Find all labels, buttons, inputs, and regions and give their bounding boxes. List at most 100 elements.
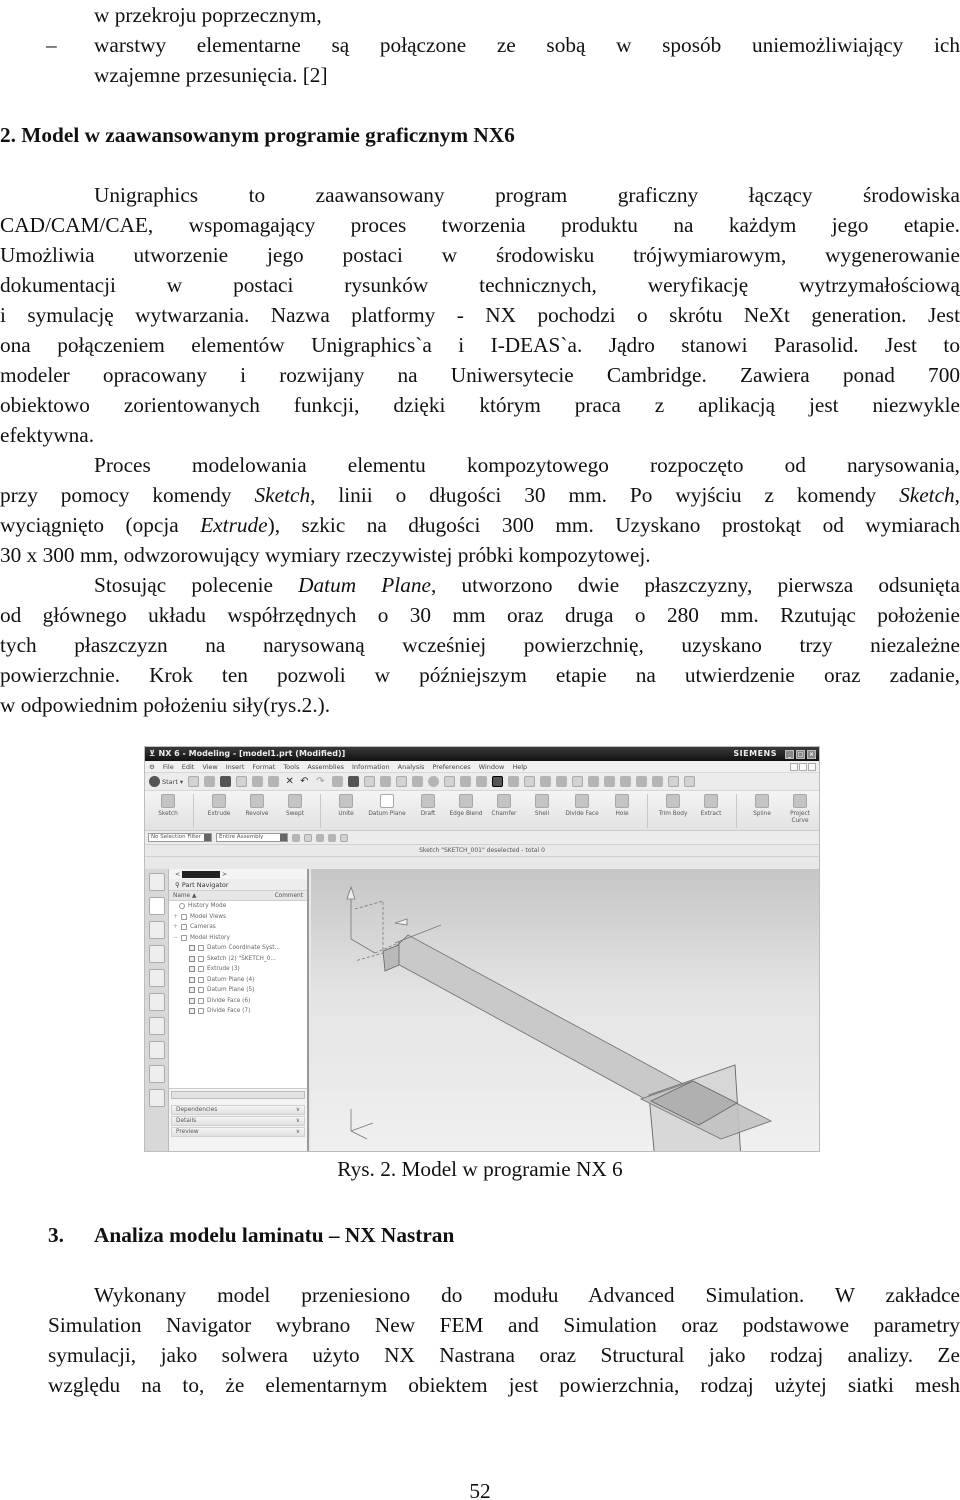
doc-minimize-button[interactable]	[790, 762, 798, 771]
curve-rule-icon[interactable]	[316, 833, 324, 842]
tool-shell[interactable]: Shell	[523, 794, 561, 818]
checkbox[interactable]	[189, 955, 195, 962]
checkbox[interactable]	[189, 945, 195, 952]
sketch-icon[interactable]	[572, 776, 584, 787]
close-button[interactable]: ×	[807, 749, 816, 759]
tool-extract[interactable]: Extract	[692, 794, 730, 818]
tree-item-model-views[interactable]: + Model Views	[169, 912, 307, 923]
tool-project-curve[interactable]: Project Curve	[781, 794, 819, 825]
tool-sketch[interactable]: Sketch	[149, 794, 187, 818]
tool-divide-face[interactable]: Divide Face	[561, 794, 603, 818]
doc-close-button[interactable]	[808, 762, 816, 771]
menu-tools[interactable]: Tools	[283, 763, 299, 771]
select-icon[interactable]	[332, 776, 344, 787]
reuse-library-icon[interactable]	[148, 945, 165, 963]
manufacturing-wizard-icon[interactable]	[148, 1041, 165, 1059]
tree-item-feature[interactable]: Sketch (2) "SKETCH_0...	[169, 954, 307, 965]
redo-icon[interactable]: ↷	[316, 776, 327, 787]
tool-edge-blend[interactable]: Edge Blend	[447, 794, 485, 818]
checkbox[interactable]	[189, 966, 195, 973]
face-rule-icon[interactable]	[328, 833, 336, 842]
horizontal-scrollbar[interactable]	[171, 1091, 305, 1099]
delete-icon[interactable]: ✕	[284, 776, 295, 787]
tree-item-history-mode[interactable]: History Mode	[169, 901, 307, 912]
column-header-comment[interactable]: Comment	[275, 891, 303, 900]
tool-unite[interactable]: Unite	[327, 794, 365, 818]
tab-scroll-right[interactable]: >	[222, 871, 227, 878]
checkbox[interactable]	[189, 997, 195, 1004]
fit-icon[interactable]	[364, 776, 376, 787]
filter-icon[interactable]	[348, 776, 360, 787]
box-select-icon[interactable]	[340, 833, 348, 842]
system-materials-icon[interactable]	[148, 993, 165, 1011]
tree-item-feature[interactable]: Datum Plane (5)	[169, 985, 307, 996]
measure-icon[interactable]	[652, 776, 664, 787]
wcs-icon[interactable]	[556, 776, 568, 787]
expand-icon[interactable]: +	[173, 922, 178, 933]
new-file-icon[interactable]	[188, 776, 200, 787]
menu-information[interactable]: Information	[352, 763, 390, 771]
zoom-in-icon[interactable]	[412, 776, 424, 787]
pin-icon[interactable]: ⚲	[175, 881, 180, 889]
minimize-button[interactable]: _	[785, 749, 794, 759]
snap-icon[interactable]	[604, 776, 616, 787]
menu-preferences[interactable]: Preferences	[432, 763, 470, 771]
process-studio-icon[interactable]	[148, 1017, 165, 1035]
checkbox[interactable]	[189, 987, 195, 994]
menu-insert[interactable]: Insert	[226, 763, 245, 771]
display-style-icon[interactable]	[508, 776, 520, 787]
undo-icon[interactable]: ↶	[300, 776, 311, 787]
app-menu-icon[interactable]: ⚙	[149, 763, 155, 771]
point-icon[interactable]	[620, 776, 632, 787]
maximize-button[interactable]: □	[796, 749, 805, 759]
roles-icon[interactable]	[148, 1065, 165, 1083]
menu-window[interactable]: Window	[479, 763, 505, 771]
dimension-icon[interactable]	[636, 776, 648, 787]
select-all-icon[interactable]	[292, 833, 300, 842]
open-icon[interactable]	[204, 776, 216, 787]
checkbox[interactable]	[189, 976, 195, 983]
tab-scroll-left[interactable]: <	[175, 871, 180, 878]
constraint-icon[interactable]	[588, 776, 600, 787]
panel-preview[interactable]: Preview ∨	[171, 1127, 305, 1137]
tree-item-feature[interactable]: Datum Coordinate Syst...	[169, 943, 307, 954]
background-icon[interactable]	[524, 776, 536, 787]
graphics-viewport[interactable]	[311, 869, 819, 1151]
save-icon[interactable]	[220, 776, 232, 787]
panel-dependencies[interactable]: Dependencies ∨	[171, 1105, 305, 1115]
tool-trim-body[interactable]: Trim Body	[654, 794, 692, 818]
perspective-icon[interactable]	[460, 776, 472, 787]
menu-assemblies[interactable]: Assemblies	[307, 763, 344, 771]
zoom-icon[interactable]	[396, 776, 408, 787]
doc-restore-button[interactable]	[799, 762, 807, 771]
section-icon[interactable]	[668, 776, 680, 787]
tool-swept[interactable]: Swept	[276, 794, 314, 818]
analysis-icon[interactable]	[684, 776, 696, 787]
layer-icon[interactable]	[540, 776, 552, 787]
checkbox[interactable]	[189, 1008, 195, 1015]
panel-details[interactable]: Details ∨	[171, 1116, 305, 1126]
menu-view[interactable]: View	[202, 763, 217, 771]
tool-revolve[interactable]: Revolve	[238, 794, 276, 818]
tool-hole[interactable]: Hole	[603, 794, 641, 818]
snap-point-icon[interactable]	[304, 833, 312, 842]
active-tab[interactable]	[182, 870, 221, 878]
tree-item-cameras[interactable]: + Cameras	[169, 922, 307, 933]
tool-extrude[interactable]: Extrude	[200, 794, 238, 818]
tree-item-feature[interactable]: Divide Face (7)	[169, 1006, 307, 1017]
paste-icon[interactable]	[268, 776, 280, 787]
tool-draft[interactable]: Draft	[409, 794, 447, 818]
menu-help[interactable]: Help	[512, 763, 527, 771]
tree-item-feature[interactable]: Divide Face (6)	[169, 996, 307, 1007]
menu-edit[interactable]: Edit	[182, 763, 195, 771]
assembly-navigator-icon[interactable]	[148, 873, 165, 891]
tool-chamfer[interactable]: Chamfer	[485, 794, 523, 818]
tree-item-feature[interactable]: Datum Plane (4)	[169, 975, 307, 986]
start-button[interactable]: Start ▾	[149, 776, 183, 787]
rotate-icon[interactable]	[428, 776, 440, 787]
shading-icon[interactable]	[492, 776, 504, 787]
constraint-navigator-icon[interactable]	[148, 921, 165, 939]
system-scenes-icon[interactable]	[148, 1089, 165, 1107]
collapse-icon[interactable]: −	[173, 933, 178, 944]
part-navigator-icon[interactable]	[148, 897, 165, 915]
